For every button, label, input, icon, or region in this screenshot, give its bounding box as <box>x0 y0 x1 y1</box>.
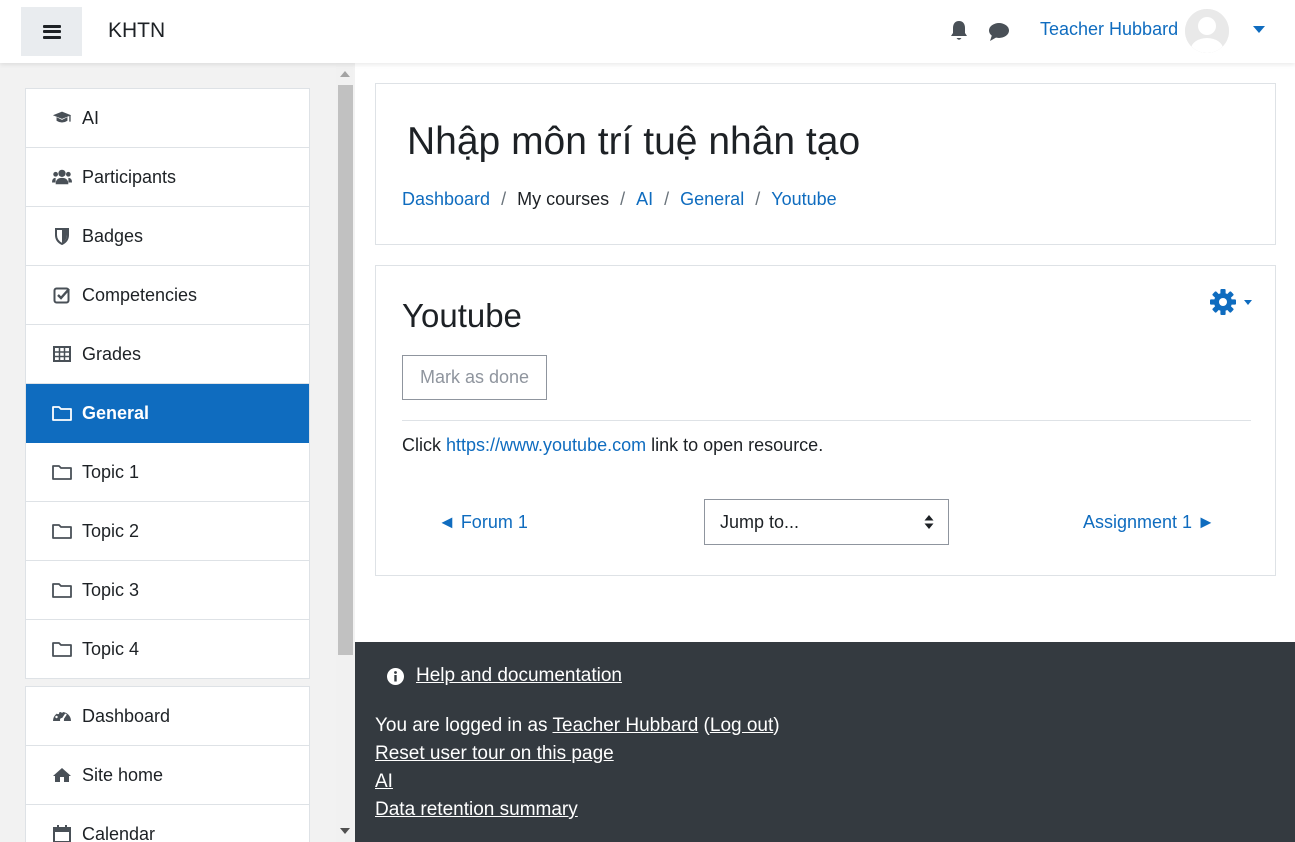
graduation-cap-icon <box>52 109 72 127</box>
scroll-up-arrow-icon[interactable] <box>340 71 350 77</box>
folder-icon <box>52 522 72 540</box>
activity-card: Youtube Mark as done Click https://www.y… <box>375 265 1276 576</box>
nav-item-course-ai[interactable]: AI <box>26 89 309 148</box>
jump-to-label: Jump to... <box>720 511 800 532</box>
nav-item-label: Topic 1 <box>82 461 140 482</box>
nav-item-topic-3[interactable]: Topic 3 <box>26 561 309 620</box>
breadcrumb-my-courses: My courses <box>517 189 610 209</box>
bell-icon[interactable] <box>949 20 969 42</box>
nav-item-label: Topic 2 <box>82 520 140 541</box>
nav-item-topic-2[interactable]: Topic 2 <box>26 502 309 561</box>
next-activity-link[interactable]: Assignment 1 ► <box>1083 512 1215 533</box>
nav-item-label: Badges <box>82 225 144 246</box>
logged-in-line: You are logged in as Teacher Hubbard (Lo… <box>375 715 780 736</box>
resource-prefix: Click <box>402 435 446 455</box>
page-title: Nhập môn trí tuệ nhân tạo <box>407 120 861 163</box>
user-avatar-icon <box>1185 9 1229 53</box>
users-icon <box>52 168 72 186</box>
calendar-icon <box>52 825 72 842</box>
scrollbar-thumb[interactable] <box>338 85 353 655</box>
resource-suffix: link to open resource. <box>646 435 824 455</box>
logged-in-prefix: You are logged in as <box>375 715 553 736</box>
shield-icon <box>52 227 72 245</box>
info-icon <box>387 667 404 685</box>
course-navigation: AI Participants Badges Competencies Grad… <box>25 88 310 679</box>
help-documentation-link[interactable]: Help and documentation <box>416 665 622 687</box>
avatar[interactable] <box>1185 9 1229 53</box>
chevron-down-icon[interactable] <box>1253 26 1265 34</box>
breadcrumb-separator: / <box>501 189 507 209</box>
nav-item-label: Competencies <box>82 284 198 305</box>
help-section: Help and documentation <box>387 665 622 687</box>
divider <box>402 420 1251 421</box>
breadcrumb-separator: / <box>755 189 761 209</box>
resource-description: Click https://www.youtube.com link to op… <box>402 435 823 456</box>
scroll-down-arrow-icon[interactable] <box>340 828 350 834</box>
breadcrumb-separator: / <box>664 189 670 209</box>
data-retention-link[interactable]: Data retention summary <box>375 799 578 820</box>
footer-info: You are logged in as Teacher Hubbard (Lo… <box>375 712 780 824</box>
jump-to-select[interactable]: Jump to... <box>704 499 949 545</box>
top-navbar: KHTN Teacher Hubbard <box>0 0 1295 63</box>
hamburger-icon <box>42 24 61 39</box>
activity-title: Youtube <box>402 297 522 334</box>
nav-item-topic-1[interactable]: Topic 1 <box>26 443 309 502</box>
breadcrumb-youtube[interactable]: Youtube <box>771 189 836 210</box>
footer-course-link[interactable]: AI <box>375 771 393 792</box>
nav-item-label: Dashboard <box>82 705 171 726</box>
nav-item-label: Topic 3 <box>82 579 140 600</box>
breadcrumb-ai[interactable]: AI <box>636 189 653 210</box>
nav-item-label: Grades <box>82 343 142 364</box>
gear-icon[interactable] <box>1209 287 1257 317</box>
table-icon <box>52 345 72 363</box>
logout-link[interactable]: Log out <box>710 715 773 736</box>
breadcrumb-dashboard[interactable]: Dashboard <box>402 189 490 210</box>
folder-icon <box>52 640 72 658</box>
nav-item-competencies[interactable]: Competencies <box>26 266 309 325</box>
nav-item-label: AI <box>82 107 100 128</box>
drawer-scrollbar[interactable] <box>336 63 353 842</box>
check-square-icon <box>52 286 72 304</box>
site-navigation: Dashboard Site home Calendar <box>25 686 310 842</box>
breadcrumb-general[interactable]: General <box>680 189 744 210</box>
previous-activity-link[interactable]: ◄ Forum 1 <box>438 512 528 533</box>
folder-icon <box>52 404 72 422</box>
nav-item-site-home[interactable]: Site home <box>26 746 309 805</box>
nav-item-calendar[interactable]: Calendar <box>26 805 309 842</box>
footer-user-link[interactable]: Teacher Hubbard <box>553 715 699 736</box>
nav-item-participants[interactable]: Participants <box>26 148 309 207</box>
nav-item-label: Participants <box>82 166 177 187</box>
folder-icon <box>52 463 72 481</box>
message-icon[interactable] <box>988 22 1010 42</box>
resource-link[interactable]: https://www.youtube.com <box>446 435 646 455</box>
page-header: Nhập môn trí tuệ nhân tạo Dashboard / My… <box>375 83 1276 245</box>
nav-item-label: Topic 4 <box>82 638 140 659</box>
nav-item-label: General <box>82 402 150 423</box>
drawer-toggle-button[interactable] <box>21 7 82 56</box>
folder-icon <box>52 581 72 599</box>
breadcrumb: Dashboard / My courses / AI / General / … <box>402 189 837 210</box>
breadcrumb-separator: / <box>620 189 626 209</box>
page-footer: Help and documentation You are logged in… <box>355 642 1295 842</box>
site-brand[interactable]: KHTN <box>108 19 165 43</box>
tachometer-icon <box>52 707 72 725</box>
nav-item-grades[interactable]: Grades <box>26 325 309 384</box>
nav-item-dashboard[interactable]: Dashboard <box>26 687 309 746</box>
user-name-link[interactable]: Teacher Hubbard <box>1040 19 1178 40</box>
nav-item-badges[interactable]: Badges <box>26 207 309 266</box>
reset-tour-link[interactable]: Reset user tour on this page <box>375 743 614 764</box>
home-icon <box>52 766 72 784</box>
nav-item-label: Site home <box>82 764 164 785</box>
select-arrows-icon <box>924 515 934 529</box>
nav-item-general[interactable]: General <box>26 384 309 443</box>
nav-item-label: Calendar <box>82 823 156 842</box>
mark-as-done-button[interactable]: Mark as done <box>402 355 547 400</box>
navigation-drawer: AI Participants Badges Competencies Grad… <box>0 63 355 842</box>
nav-item-topic-4[interactable]: Topic 4 <box>26 620 309 678</box>
